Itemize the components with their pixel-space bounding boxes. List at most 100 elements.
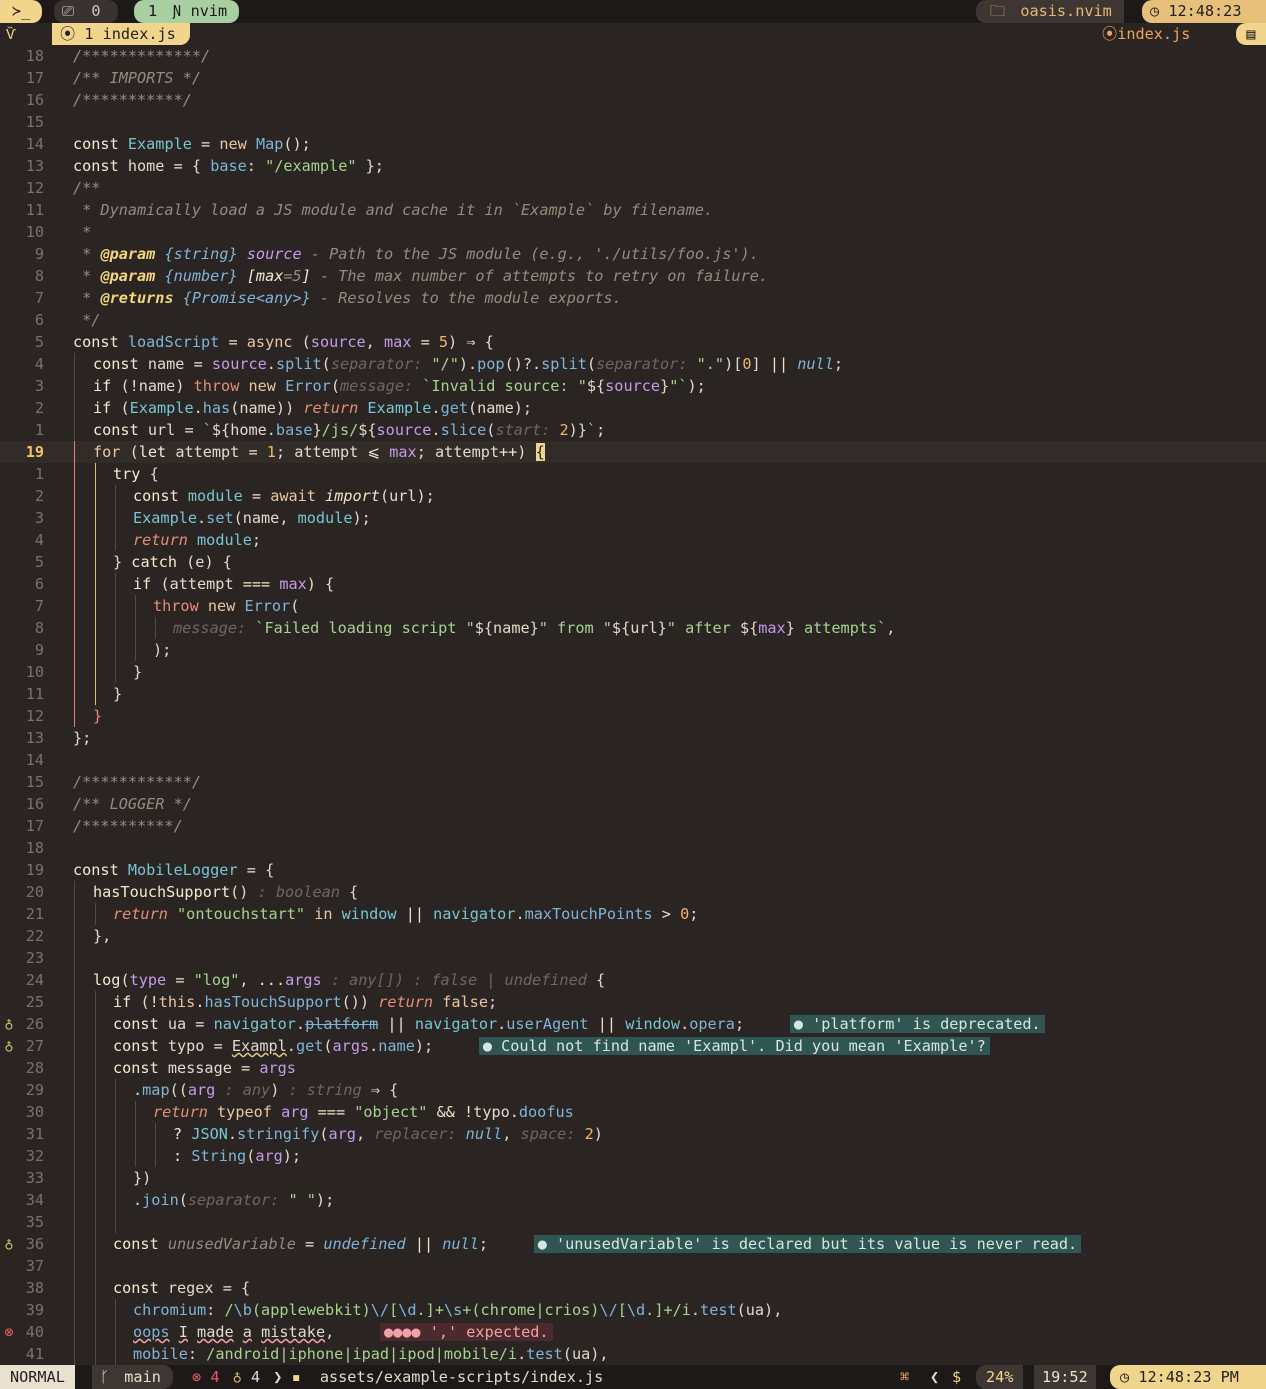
code-line[interactable]: 2 if (Example.has(name)) return Example.g…: [0, 397, 1266, 419]
line-number: 35: [25, 1213, 44, 1231]
code-line-current[interactable]: 19 for (let attempt = 1; attempt ⩽ max; a…: [0, 441, 1266, 463]
project-name: oasis.nvim: [1020, 2, 1112, 20]
indent-guide: [115, 485, 116, 507]
indent-guide: [95, 903, 96, 925]
code-line[interactable]: 17/**********/: [0, 815, 1266, 837]
tmux-sessions[interactable]: ⎚ 0: [54, 0, 119, 23]
diagnostic-error[interactable]: ●●●● ',' expected.: [379, 1323, 553, 1341]
code-line[interactable]: 9);: [0, 639, 1266, 661]
error-icon: ⊗: [192, 1368, 202, 1386]
line-number: 9: [34, 641, 44, 659]
code-line[interactable]: 14 const Example = new Map();: [0, 133, 1266, 155]
code-line[interactable]: 17/** IMPORTS */: [0, 67, 1266, 89]
buffer-tab-label: 1 index.js: [84, 25, 176, 43]
code-line[interactable]: 10}: [0, 661, 1266, 683]
indent-guide: [115, 507, 116, 529]
code-line[interactable]: 21 return "ontouchstart" in window || nav…: [0, 903, 1266, 925]
code-line[interactable]: 7 throw new Error(: [0, 595, 1266, 617]
code-line[interactable]: 15/************/: [0, 771, 1266, 793]
code-editor[interactable]: 18/*************/ 17/** IMPORTS */ 16/**…: [0, 45, 1266, 1365]
code-line[interactable]: 18: [0, 837, 1266, 859]
code-line[interactable]: 35: [0, 1211, 1266, 1233]
code-line[interactable]: 28 const message = args: [0, 1057, 1266, 1079]
tmux-prompt[interactable]: ≻_: [0, 0, 43, 23]
branch-icon: ᚴ: [100, 1368, 110, 1386]
code-line[interactable]: 32: String(arg);: [0, 1145, 1266, 1167]
line-number: 6: [34, 575, 44, 593]
copilot-icon[interactable]: ⌘: [900, 1365, 909, 1389]
code-line[interactable]: 25 if (!this.hasTouchSupport()) return fa…: [0, 991, 1266, 1013]
code-line[interactable]: 16/***********/: [0, 89, 1266, 111]
code-line[interactable]: 4 const name = source.split(separator: "/…: [0, 353, 1266, 375]
code-line[interactable]: 2 const module = await import(url);: [0, 485, 1266, 507]
code-line[interactable]: 9 * @param {string} source - Path to the…: [0, 243, 1266, 265]
code-line[interactable]: 22},: [0, 925, 1266, 947]
code-line[interactable]: 13 const home = { base: "/example" };: [0, 155, 1266, 177]
code-line[interactable]: 19 const MobileLogger = {: [0, 859, 1266, 881]
code-line[interactable]: 23: [0, 947, 1266, 969]
indent-guide: [115, 1123, 116, 1145]
indent-guide: [74, 1101, 75, 1123]
diagnostics-summary[interactable]: ⊗ 4 ♁ 4 ❯ ▪ assets/example-scripts/index…: [192, 1365, 603, 1389]
code-line[interactable]: 30 return typeof arg === "object" && !typ…: [0, 1101, 1266, 1123]
code-line[interactable]: 5} catch (e) {: [0, 551, 1266, 573]
code-line[interactable]: 1 const url = `${home.base}/js/${source.s…: [0, 419, 1266, 441]
code-line[interactable]: 10 *: [0, 221, 1266, 243]
indent-guide: [74, 925, 75, 947]
tmux-window-nvim[interactable]: 1 Ɲ nvim: [134, 0, 240, 23]
buffer-tab-index-js[interactable]: ⦿ 1 index.js: [52, 23, 190, 45]
diagnostic-unused[interactable]: ● 'unusedVariable' is declared but its v…: [533, 1235, 1082, 1253]
code-line[interactable]: 41 mobile: /android|iphone|ipad|ipod|mobi…: [0, 1343, 1266, 1365]
code-line[interactable]: 29 .map((arg : any) : string ⇒ {: [0, 1079, 1266, 1101]
code-line[interactable]: 3 Example.set(name, module);: [0, 507, 1266, 529]
cursor-position: 19:52: [1034, 1365, 1096, 1389]
code-line[interactable]: 16/** LOGGER */: [0, 793, 1266, 815]
code-line[interactable]: 33}): [0, 1167, 1266, 1189]
code-line[interactable]: 11}: [0, 683, 1266, 705]
code-line[interactable]: ♁ 26 const ua = navigator.platform || navi…: [0, 1013, 1266, 1035]
code-line[interactable]: 8 message: `Failed loading script "${name…: [0, 617, 1266, 639]
code-line[interactable]: 12/**: [0, 177, 1266, 199]
indent-guide: [155, 1123, 156, 1145]
indent-guide: [95, 617, 96, 639]
indent-guide: [95, 507, 96, 529]
code-line[interactable]: ⊗ 40 oops I made a mistake, ●●●● ',' expec…: [0, 1321, 1266, 1343]
indent-guide: [155, 617, 156, 639]
code-line[interactable]: 4 return module;: [0, 529, 1266, 551]
shell-indicator: $: [952, 1368, 962, 1386]
code-line[interactable]: 31? JSON.stringify(arg, replacer: null, …: [0, 1123, 1266, 1145]
code-line[interactable]: ♁ 27 const typo = Exampl.get(args.name); ●…: [0, 1035, 1266, 1057]
line-number: 36: [25, 1235, 44, 1253]
code-line[interactable]: 8 * @param {number} [max=5] - The max nu…: [0, 265, 1266, 287]
code-line[interactable]: 24 log(type = "log", ...args : any[]) : f…: [0, 969, 1266, 991]
diagnostic-deprecated[interactable]: ● 'platform' is deprecated.: [789, 1015, 1045, 1033]
code-line[interactable]: 1 try {: [0, 463, 1266, 485]
code-line[interactable]: 39 chromium: /\b(applewebkit)\/[\d.]+\s+(…: [0, 1299, 1266, 1321]
indent-guide: [95, 485, 96, 507]
code-line[interactable]: 15: [0, 111, 1266, 133]
code-line[interactable]: 20 hasTouchSupport() : boolean {: [0, 881, 1266, 903]
line-number: 17: [25, 69, 44, 87]
diagnostic-typo[interactable]: ● Could not find name 'Exampl'. Did you …: [478, 1037, 990, 1055]
git-branch[interactable]: ᚴ main: [92, 1365, 173, 1389]
code-line[interactable]: 13};: [0, 727, 1266, 749]
code-line[interactable]: 6 if (attempt === max) {: [0, 573, 1266, 595]
code-line[interactable]: 5 const loadScript = async (source, max =…: [0, 331, 1266, 353]
code-line[interactable]: 34 .join(separator: " ");: [0, 1189, 1266, 1211]
winbar-filename[interactable]: ⦿index.js: [1102, 23, 1190, 45]
indent-guide: [95, 1079, 96, 1101]
code-line[interactable]: 12}: [0, 705, 1266, 727]
code-line[interactable]: 6 */: [0, 309, 1266, 331]
code-line[interactable]: 11 * Dynamically load a JS module and ca…: [0, 199, 1266, 221]
code-line[interactable]: 37: [0, 1255, 1266, 1277]
code-line[interactable]: ♁ 36 const unusedVariable = undefined || n…: [0, 1233, 1266, 1255]
code-line[interactable]: 7 * @returns {Promise<any>} - Resolves t…: [0, 287, 1266, 309]
code-line[interactable]: 18/*************/: [0, 45, 1266, 67]
code-line[interactable]: 14: [0, 749, 1266, 771]
indent-guide: [95, 1343, 96, 1365]
window-index: 1: [148, 2, 158, 20]
indent-guide: [74, 595, 75, 617]
code-line[interactable]: 38 const regex = {: [0, 1277, 1266, 1299]
file-icon[interactable]: ▤: [1236, 23, 1266, 45]
code-line[interactable]: 3 if (!name) throw new Error(message: `In…: [0, 375, 1266, 397]
